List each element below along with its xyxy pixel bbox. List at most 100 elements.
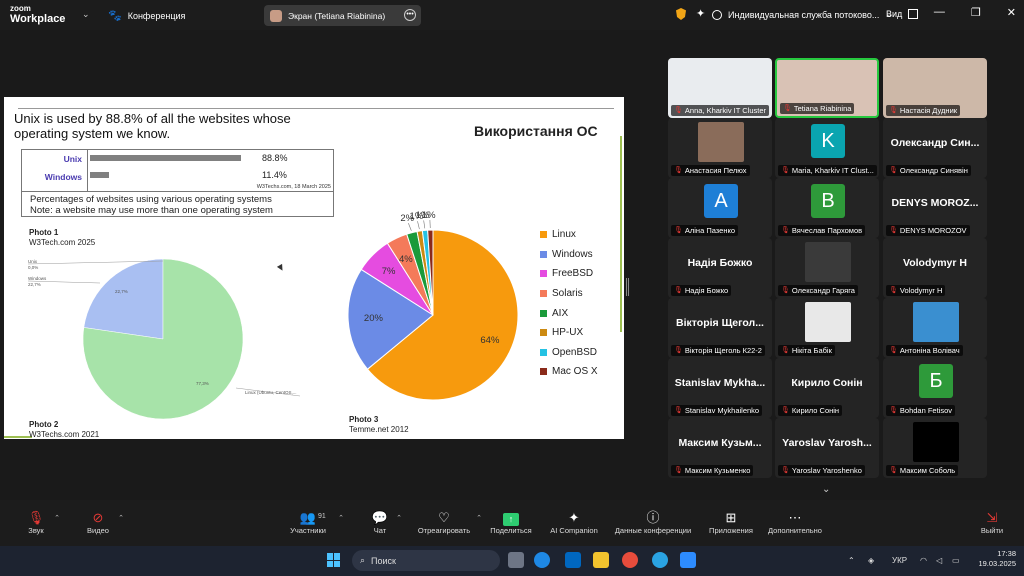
participant-avatar: K (811, 124, 845, 158)
participant-tile[interactable]: Yaroslav Yarosh... 🎙 Yaroslav Yaroshenko (775, 418, 879, 478)
chat-button[interactable]: 💬 Чат ⌃ (370, 510, 402, 535)
participant-display-name: Олександр Син... (890, 137, 980, 149)
participant-display-name: Максим Кузьм... (678, 437, 762, 449)
mic-muted-icon: 🎙 (674, 467, 683, 474)
participant-name-label: 🎙 Вікторія Щеголь К22-2 (671, 345, 765, 356)
battery-icon[interactable]: ▭ (952, 556, 960, 565)
participant-tile[interactable]: 🎙 Нікіта Бабік (775, 298, 879, 358)
pie3-leader-line (408, 223, 412, 231)
participant-name: Yaroslav Yaroshenko (791, 466, 862, 475)
mic-muted-icon: 🎙 (674, 107, 683, 114)
ai-companion-button[interactable]: ✦ AI Companion (548, 510, 600, 535)
telegram-icon[interactable] (652, 552, 668, 568)
participant-name: Stanislav Mykhailenko (684, 406, 760, 415)
more-button[interactable]: ⋯ Дополнительно (765, 510, 825, 535)
panel-resize-handle[interactable] (626, 278, 629, 296)
ms-store-icon[interactable] (565, 552, 581, 568)
pie3-legend-item: Windows (540, 245, 598, 265)
mic-muted-icon: 🎙 (889, 167, 898, 174)
participant-display-name: Кирило Сонін (791, 377, 863, 389)
participant-tile[interactable]: 🎙 Настасія Дудник (883, 58, 987, 118)
participant-display-name: Надія Божко (687, 257, 753, 269)
participant-tile[interactable]: A 🎙 Аліна Пазенко (668, 178, 772, 238)
participant-tile[interactable]: Максим Кузьм... 🎙 Максим Кузьменко (668, 418, 772, 478)
more-icon: ⋯ (788, 510, 802, 525)
chevron-down-icon[interactable]: ⌄ (822, 484, 830, 495)
participants-count-badge: 91 (318, 513, 326, 520)
pie3-legend-item: FreeBSD (540, 264, 598, 284)
legend-label: OpenBSD (552, 346, 598, 358)
participant-tile[interactable]: B 🎙 Вячеслав Пархомов (775, 178, 879, 238)
participant-tile[interactable]: 🎙 Антоніна Волівач (883, 298, 987, 358)
participant-name: DENYS MOROZOV (899, 226, 967, 235)
participant-tile[interactable]: 🎙 Максим Соболь (883, 418, 987, 478)
participant-tile[interactable]: 🎙 Anna, Kharkiv IT Cluster (668, 58, 772, 118)
participant-tile[interactable]: Кирило Сонін 🎙 Кирило Сонін (775, 358, 879, 418)
meeting-info-button[interactable]: ⓘ Данные конференции (611, 510, 695, 535)
pie3-legend-item: OpenBSD (540, 343, 598, 363)
location-icon[interactable]: ◈ (868, 556, 874, 565)
zoom-taskbar-icon[interactable] (680, 552, 696, 568)
leave-button[interactable]: ⇲ Выйти (978, 510, 1006, 535)
pie3-legend-item: AIX (540, 303, 598, 323)
participant-name: Volodymyr H (899, 286, 943, 295)
edge-browser-icon[interactable] (534, 552, 550, 568)
participant-tile[interactable]: 🎙 Анастасия Пелюх (668, 118, 772, 178)
audio-button[interactable]: 🎙 Звук ⌃ (24, 510, 60, 535)
chevron-up-icon[interactable]: ⌃ (338, 514, 344, 522)
react-button[interactable]: ♡ Отреагировать ⌃ (416, 510, 482, 535)
legend-label: HP-UX (552, 327, 584, 339)
tray-chevron-icon[interactable]: ⌃ (848, 556, 855, 565)
legend-label: Solaris (552, 288, 583, 300)
participant-name-label: 🎙 Tetiana Riabinina (780, 103, 855, 114)
participant-name: Максим Кузьменко (684, 466, 751, 475)
participant-name: Аліна Пазенко (684, 226, 736, 235)
participant-avatar: B (811, 184, 845, 218)
mic-muted-icon: 🎙 (674, 287, 683, 294)
mic-muted-icon: 🎙 (889, 347, 898, 354)
apps-button[interactable]: ⊞ Приложения (705, 510, 757, 535)
search-icon: ⌕ (360, 555, 366, 565)
file-explorer-icon[interactable] (593, 552, 609, 568)
participant-name: Надія Божко (684, 286, 729, 295)
participant-tile[interactable]: Stanislav Mykha... 🎙 Stanislav Mykhailenko (668, 358, 772, 418)
pie3-legend-item: Linux (540, 225, 598, 245)
chevron-up-icon[interactable]: ⌃ (396, 514, 402, 522)
legend-label: Linux (552, 229, 576, 241)
mic-muted-icon: 🎙 (674, 167, 683, 174)
participant-photo (805, 242, 851, 282)
participant-tile[interactable]: Вікторія Щегол... 🎙 Вікторія Щеголь К22-2 (668, 298, 772, 358)
participant-display-name: Volodymyr H (903, 257, 967, 269)
chrome-icon[interactable] (622, 552, 638, 568)
taskbar-clock[interactable]: 17:38 19.03.2025 (974, 549, 1016, 569)
participant-photo (913, 302, 959, 342)
chevron-up-icon[interactable]: ⌃ (54, 514, 60, 522)
mic-muted-icon: 🎙 (674, 407, 683, 414)
participant-tile[interactable]: Volodymyr H 🎙 Volodymyr H (883, 238, 987, 298)
video-button[interactable]: ⊘ Видео ⌃ (84, 510, 124, 535)
participant-tile[interactable]: 🎙 Олександр Гаряга (775, 238, 879, 298)
wifi-icon[interactable]: ◠ (920, 556, 927, 565)
share-button[interactable]: ↑ Поделиться (488, 510, 534, 535)
chevron-up-icon[interactable]: ⌃ (476, 514, 482, 522)
participant-tile[interactable]: 🎙 Tetiana Riabinina (775, 58, 879, 118)
legend-swatch (540, 348, 547, 356)
legend-label: Windows (552, 248, 593, 260)
participant-tile[interactable]: Надія Божко 🎙 Надія Божко (668, 238, 772, 298)
participant-tile[interactable]: Б 🎙 Bohdan Fetisov (883, 358, 987, 418)
participant-tile[interactable]: DENYS MOROZ... 🎙 DENYS MOROZOV (883, 178, 987, 238)
windows-start-icon[interactable] (327, 553, 341, 567)
legend-swatch (540, 231, 547, 239)
pie3-legend-item: HP-UX (540, 323, 598, 343)
language-indicator[interactable]: УКР (892, 556, 907, 565)
participant-tile[interactable]: Олександр Син... 🎙 Олександр Синявін (883, 118, 987, 178)
participant-avatar: A (704, 184, 738, 218)
participants-gallery: 🎙 Anna, Kharkiv IT Cluster 🎙 Tetiana Riabin… (668, 58, 988, 478)
taskbar-search[interactable]: ⌕ Поиск (352, 550, 500, 571)
ai-sparkle-icon: ✦ (568, 510, 580, 525)
chevron-up-icon[interactable]: ⌃ (118, 514, 124, 522)
volume-icon[interactable]: ◁ (936, 556, 942, 565)
participant-tile[interactable]: K 🎙 Maria, Kharkiv IT Clust... (775, 118, 879, 178)
mic-muted-icon: 🎙 (781, 467, 790, 474)
task-view-icon[interactable] (508, 552, 524, 568)
